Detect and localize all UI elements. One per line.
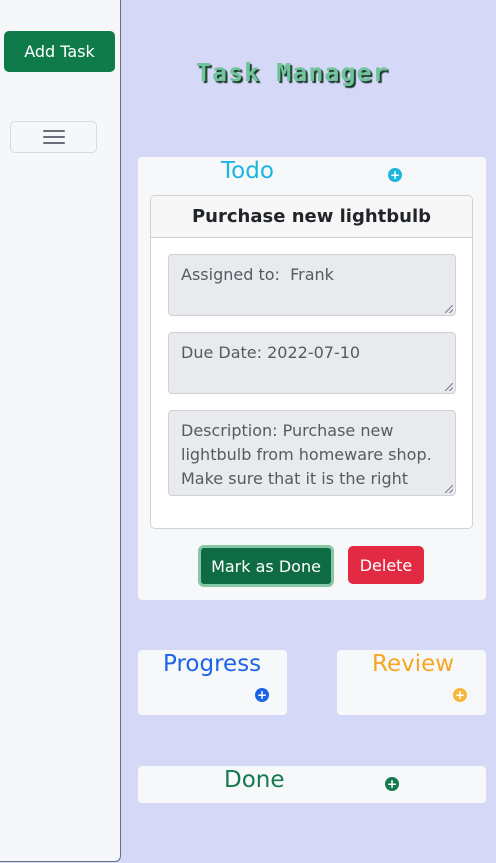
task-title: Purchase new lightbulb xyxy=(151,196,472,238)
todo-column-title: Todo xyxy=(221,158,274,184)
page-title: Task Manager xyxy=(196,58,389,87)
delete-button[interactable]: Delete xyxy=(348,546,424,584)
review-column: Review + xyxy=(337,650,486,715)
resize-handle-icon[interactable] xyxy=(445,305,453,313)
task-card-body: Assigned to: Frank Due Date: 2022-07-10 … xyxy=(151,238,472,528)
mark-as-done-button[interactable]: Mark as Done xyxy=(198,545,334,587)
sidebar: Add Task xyxy=(0,0,121,862)
hamburger-menu-icon xyxy=(42,129,65,145)
progress-column-title: Progress xyxy=(163,651,262,677)
progress-column: Progress + xyxy=(138,650,287,715)
done-column-title: Done xyxy=(224,767,285,793)
description-field[interactable]: Description: Purchase new lightbulb from… xyxy=(168,410,456,496)
description-text: Description: Purchase new lightbulb from… xyxy=(181,421,432,495)
resize-handle-icon[interactable] xyxy=(445,485,453,493)
menu-toggle-button[interactable] xyxy=(10,121,97,153)
add-todo-icon[interactable]: + xyxy=(388,168,402,182)
add-progress-icon[interactable]: + xyxy=(255,688,269,702)
review-column-title: Review xyxy=(372,651,455,677)
assigned-to-field[interactable]: Assigned to: Frank xyxy=(168,254,456,316)
add-task-button[interactable]: Add Task xyxy=(4,31,115,72)
resize-handle-icon[interactable] xyxy=(445,383,453,391)
task-card: Purchase new lightbulb Assigned to: Fran… xyxy=(150,195,473,529)
due-date-field[interactable]: Due Date: 2022-07-10 xyxy=(168,332,456,394)
assigned-to-text: Assigned to: Frank xyxy=(181,265,334,284)
add-done-icon[interactable]: + xyxy=(385,777,399,791)
due-date-text: Due Date: 2022-07-10 xyxy=(181,343,361,362)
add-review-icon[interactable]: + xyxy=(453,688,467,702)
done-column: Done + xyxy=(138,766,486,803)
